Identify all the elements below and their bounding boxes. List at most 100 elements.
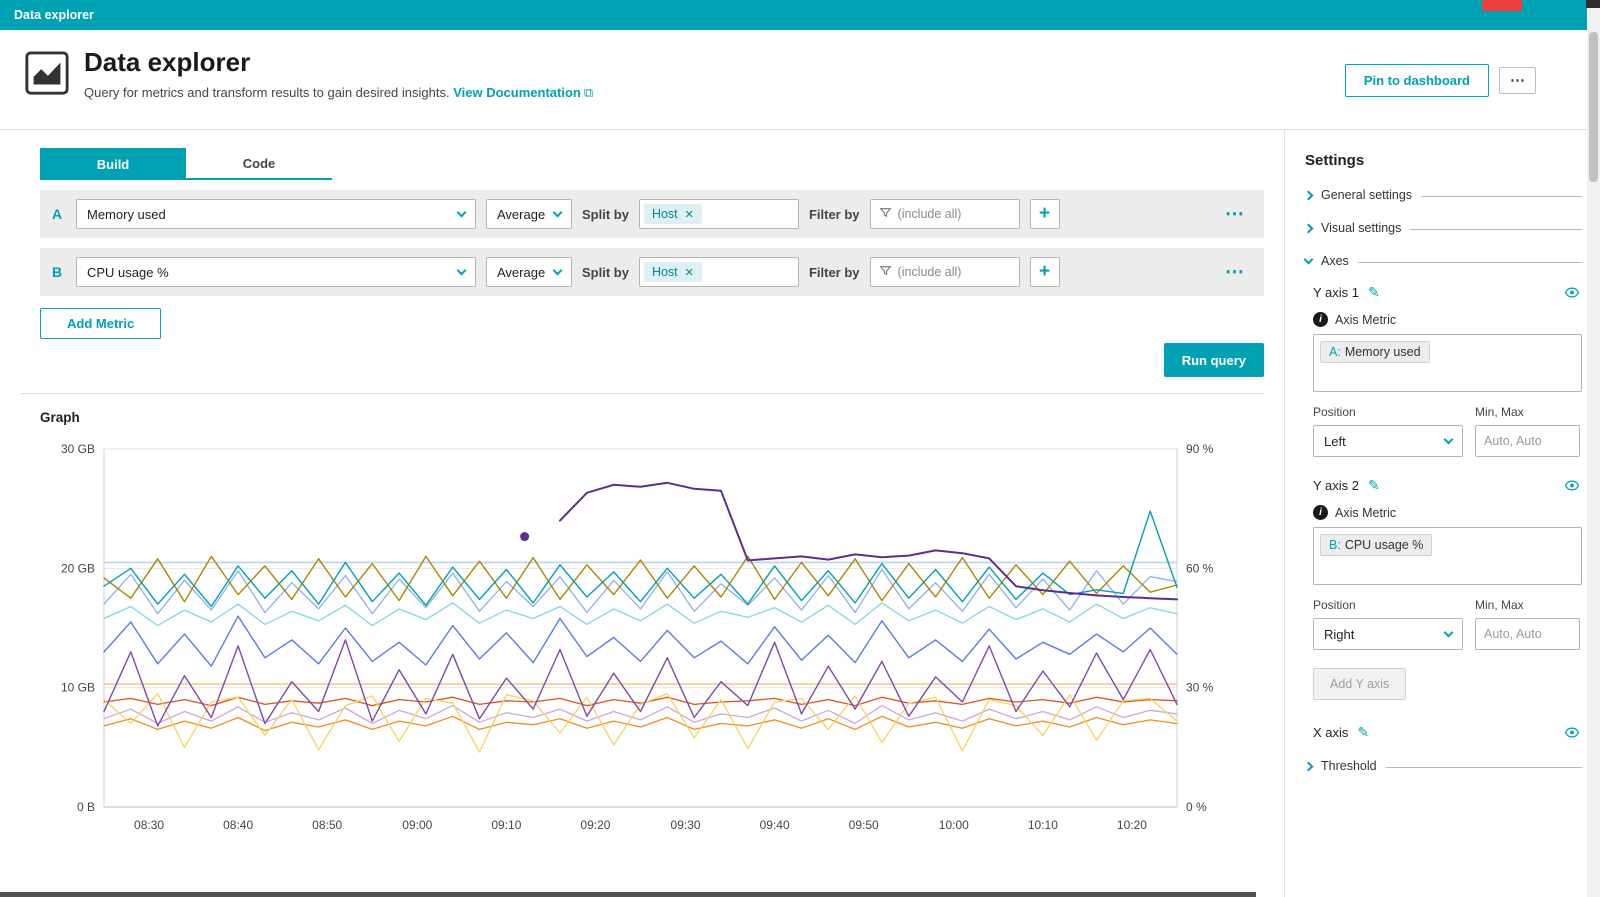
y-axis-1-minmax-input[interactable]: Auto, Auto xyxy=(1475,425,1580,457)
settings-panel: Settings General settings Visual setting… xyxy=(1284,130,1600,897)
x-tick-label: 09:10 xyxy=(491,818,521,832)
horizontal-scrollbar[interactable] xyxy=(0,892,1256,897)
metric-select-b[interactable]: CPU usage % xyxy=(76,257,476,287)
x-tick-label: 10:10 xyxy=(1028,818,1058,832)
section-axes[interactable]: Axes xyxy=(1305,254,1582,268)
add-metric-button[interactable]: Add Metric xyxy=(40,308,161,339)
filter-icon xyxy=(879,206,892,222)
section-threshold[interactable]: Threshold xyxy=(1305,759,1582,773)
tab-build[interactable]: Build xyxy=(40,148,186,180)
graph-title: Graph xyxy=(40,410,1264,425)
metric-select-a[interactable]: Memory used xyxy=(76,199,476,229)
section-general-settings[interactable]: General settings xyxy=(1305,188,1582,202)
tab-code[interactable]: Code xyxy=(186,148,332,180)
chart: 0 B0 %10 GB30 %20 GB60 %30 GB90 %08:3008… xyxy=(40,435,1235,848)
y-axis-2-position-value: Right xyxy=(1324,627,1354,642)
y-axis-1-position-select[interactable]: Left xyxy=(1313,425,1463,457)
section-visual-settings[interactable]: Visual settings xyxy=(1305,221,1582,235)
add-filter-button-b[interactable]: + xyxy=(1030,257,1060,287)
run-query-button[interactable]: Run query xyxy=(1164,343,1264,377)
chevron-down-icon xyxy=(1304,254,1314,264)
page-title: Data explorer xyxy=(84,48,593,78)
chevron-down-icon xyxy=(457,207,467,217)
chevron-down-icon xyxy=(1444,434,1454,444)
x-axis-header: X axis ✎ xyxy=(1313,724,1582,741)
series-memory-host-10 xyxy=(104,706,1177,724)
page-header: Data explorer Query for metrics and tran… xyxy=(0,30,1600,130)
chevron-down-icon xyxy=(457,265,467,275)
filter-by-input-a[interactable]: (include all) xyxy=(870,199,1020,229)
y-axis-1-controls: Left Auto, Auto xyxy=(1313,425,1582,457)
metric-row-b-more-button[interactable]: ⋯ xyxy=(1225,261,1252,284)
data-explorer-logo-icon xyxy=(24,50,70,101)
y-right-tick-label: 60 % xyxy=(1186,561,1214,575)
x-axis-visibility-toggle[interactable] xyxy=(1562,725,1582,740)
series-memory-host-3 xyxy=(104,570,1177,614)
vertical-scrollbar[interactable] xyxy=(1587,8,1600,897)
metric-letter-b: B xyxy=(52,264,66,280)
split-by-label: Split by xyxy=(582,265,629,280)
filter-by-label: Filter by xyxy=(809,265,860,280)
split-by-input-b[interactable]: Host ✕ xyxy=(639,257,799,287)
edit-icon[interactable]: ✎ xyxy=(1357,724,1369,741)
chip-letter: A: xyxy=(1329,345,1341,359)
y-axis-1-visibility-toggle[interactable] xyxy=(1562,285,1582,300)
aggregation-select-a[interactable]: Average xyxy=(486,199,572,229)
x-tick-label: 08:40 xyxy=(223,818,253,832)
y-left-tick-label: 0 B xyxy=(77,800,95,814)
header-actions: Pin to dashboard ⋯ xyxy=(1345,48,1576,97)
edit-icon[interactable]: ✎ xyxy=(1368,284,1380,301)
y-axis-1-header: Y axis 1 ✎ xyxy=(1313,284,1582,301)
split-chip-host[interactable]: Host ✕ xyxy=(644,204,702,224)
section-visual-settings-label: Visual settings xyxy=(1321,221,1401,235)
y-axis-1-metric-chip[interactable]: A: Memory used xyxy=(1320,341,1430,363)
close-icon[interactable]: ✕ xyxy=(685,266,694,279)
series-memory-host-5 xyxy=(104,616,1177,666)
y-axis-2-controls: Right Auto, Auto xyxy=(1313,618,1582,650)
y-axis-2-visibility-toggle[interactable] xyxy=(1562,478,1582,493)
add-y-axis-button[interactable]: Add Y axis xyxy=(1313,668,1406,700)
edit-icon[interactable]: ✎ xyxy=(1368,477,1380,494)
y-axis-2-minmax-input[interactable]: Auto, Auto xyxy=(1475,618,1580,650)
split-chip-host[interactable]: Host ✕ xyxy=(644,262,702,282)
section-rule xyxy=(1386,767,1582,768)
filter-placeholder: (include all) xyxy=(898,265,962,279)
minmax-label: Min, Max xyxy=(1475,598,1524,612)
view-documentation-link[interactable]: View Documentation xyxy=(453,85,581,100)
axis-metric-label: Axis Metric xyxy=(1335,506,1396,520)
x-tick-label: 09:30 xyxy=(671,818,701,832)
filter-by-input-b[interactable]: (include all) xyxy=(870,257,1020,287)
series-cpu-usage-host xyxy=(560,483,1177,600)
y-axis-1-title: Y axis 1 xyxy=(1313,285,1359,300)
aggregation-select-b[interactable]: Average xyxy=(486,257,572,287)
header-more-button[interactable]: ⋯ xyxy=(1499,67,1536,94)
metric-letter-a: A xyxy=(52,206,66,222)
metric-select-b-value: CPU usage % xyxy=(87,265,169,280)
series-memory-host-6 xyxy=(104,640,1177,726)
y-left-tick-label: 10 GB xyxy=(61,681,95,695)
metric-row-a-more-button[interactable]: ⋯ xyxy=(1225,203,1252,226)
chevron-down-icon xyxy=(553,265,563,275)
pin-to-dashboard-button[interactable]: Pin to dashboard xyxy=(1345,64,1489,97)
metric-row-b: B CPU usage % Average Split by Host ✕ Fi… xyxy=(40,248,1264,296)
x-tick-label: 08:30 xyxy=(134,818,164,832)
chip-name: CPU usage % xyxy=(1345,538,1424,552)
close-icon[interactable]: ✕ xyxy=(685,208,694,221)
window-title: Data explorer xyxy=(14,8,94,22)
add-filter-button-a[interactable]: + xyxy=(1030,199,1060,229)
y-right-tick-label: 30 % xyxy=(1186,681,1214,695)
cpu-outlier-point xyxy=(520,532,529,541)
y-axis-2-position-select[interactable]: Right xyxy=(1313,618,1463,650)
y-axis-1-metric-box[interactable]: A: Memory used xyxy=(1313,334,1582,392)
x-axis-title: X axis xyxy=(1313,725,1348,740)
section-rule xyxy=(1421,196,1582,197)
y-right-tick-label: 90 % xyxy=(1186,442,1214,456)
x-tick-label: 09:50 xyxy=(849,818,879,832)
y-axis-2-metric-chip[interactable]: B: CPU usage % xyxy=(1320,534,1432,556)
split-by-input-a[interactable]: Host ✕ xyxy=(639,199,799,229)
y-axis-2-metric-box[interactable]: B: CPU usage % xyxy=(1313,527,1582,585)
vertical-scrollbar-thumb[interactable] xyxy=(1589,32,1598,182)
split-chip-host-label: Host xyxy=(652,207,678,221)
x-tick-label: 10:20 xyxy=(1117,818,1147,832)
build-code-tabs: Build Code xyxy=(40,148,1264,180)
